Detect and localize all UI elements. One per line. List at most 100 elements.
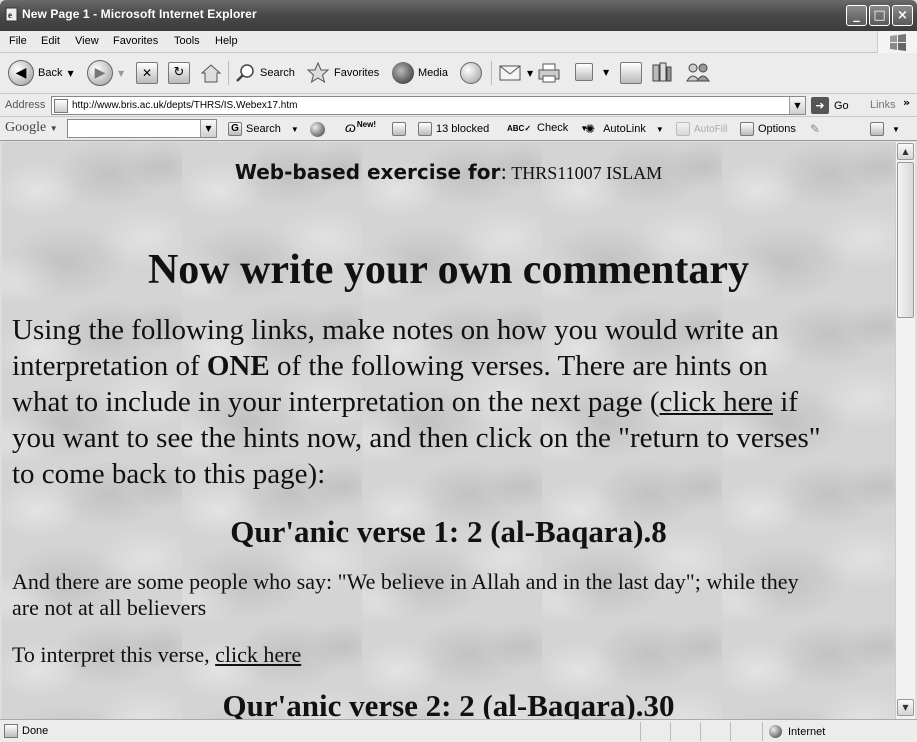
menu-bar: File Edit View Favorites Tools Help [0, 31, 917, 53]
security-zone[interactable]: Internet [762, 722, 825, 741]
popup-blocked-icon [418, 122, 432, 136]
home-button[interactable] [199, 61, 223, 85]
minimize-button[interactable]: _ [846, 5, 867, 26]
address-label: Address [5, 99, 46, 111]
options-button[interactable]: Options [740, 122, 796, 136]
google-input-dropdown-icon[interactable]: ▼ [200, 120, 216, 137]
page-content: Web-based exercise for: THRS11007 ISLAM … [2, 142, 895, 719]
edit-button[interactable]: ▼ [575, 63, 609, 81]
extra-tools-icon [870, 122, 884, 136]
refresh-button[interactable]: ↻ [168, 62, 190, 84]
toolbar-separator [228, 61, 229, 85]
menu-favorites[interactable]: Favorites [113, 35, 158, 47]
google-search-input[interactable]: ▼ [67, 119, 217, 138]
google-g-icon: G [228, 122, 242, 136]
window-title: New Page 1 - Microsoft Internet Explorer [22, 7, 257, 21]
title-bar[interactable]: e New Page 1 - Microsoft Internet Explor… [0, 0, 917, 31]
scroll-down-button[interactable]: ▼ [897, 699, 914, 716]
messenger-button[interactable] [685, 61, 711, 85]
toolbar-separator [491, 61, 492, 85]
vertical-scrollbar[interactable]: ▲ ▼ [895, 142, 915, 719]
verse-1-interpret: To interpret this verse, click here [12, 642, 302, 667]
back-dropdown-icon[interactable]: ▼ [67, 69, 73, 78]
forward-button[interactable]: ▶ ▼ [87, 60, 124, 86]
print-icon [538, 63, 560, 83]
refresh-icon: ↻ [168, 62, 190, 84]
popup-blocker-button[interactable]: 13 blocked [418, 122, 489, 136]
close-button[interactable]: × [892, 5, 913, 26]
exercise-header: Web-based exercise for: THRS11007 ISLAM [234, 160, 663, 184]
intro-line-2: interpretation of ONE of the following v… [12, 350, 768, 382]
history-icon [460, 62, 482, 84]
status-bar: Done Internet [0, 719, 917, 742]
verse-1-text-line-2: are not at all believers [12, 595, 207, 620]
edit-page-icon [575, 63, 593, 81]
pencil-icon: ✎ [810, 122, 821, 136]
new-swirl-icon: ɷ [345, 119, 356, 135]
autolink-wand-icon: ✺ [585, 122, 596, 136]
address-dropdown-icon[interactable]: ▼ [789, 97, 805, 114]
go-arrow-icon: ➜ [811, 97, 829, 114]
menu-view[interactable]: View [75, 35, 99, 47]
extra-dropdown-icon[interactable]: ▼ [892, 125, 900, 134]
autolink-dropdown-icon[interactable]: ▼ [656, 125, 664, 134]
media-icon [392, 62, 414, 84]
discuss-icon [620, 62, 642, 84]
intro-line-5: to come back to this page): [12, 458, 326, 490]
mail-dropdown-icon[interactable]: ▼ [527, 69, 533, 78]
abc-check-icon: ABC✓ [507, 123, 532, 133]
links-chevron-icon[interactable]: » [903, 96, 910, 109]
edit-dropdown-icon[interactable]: ▼ [603, 68, 609, 77]
menu-file[interactable]: File [9, 35, 27, 47]
discuss-button[interactable] [620, 62, 642, 84]
menu-tools[interactable]: Tools [174, 35, 200, 47]
new-feature-button[interactable]: ɷ New! [345, 119, 376, 135]
messenger-icon [686, 63, 710, 82]
google-pagerank-button[interactable] [310, 122, 325, 137]
research-button[interactable] [650, 61, 674, 85]
page-done-icon [4, 724, 18, 738]
google-search-button[interactable]: G Search ▼ [228, 122, 299, 136]
mail-icon [499, 65, 521, 81]
autofill-button[interactable]: AutoFill [676, 122, 727, 136]
status-cell [700, 722, 730, 741]
google-logo[interactable]: Google ▼ [5, 120, 58, 136]
research-icon [652, 62, 672, 82]
favorites-button[interactable]: Favorites [306, 61, 379, 85]
intro-line-4: you want to see the hints now, and then … [12, 422, 821, 454]
google-search-dropdown-icon[interactable]: ▼ [291, 125, 299, 134]
history-button[interactable] [460, 62, 482, 84]
status-text: Done [22, 725, 49, 737]
hints-link[interactable]: click here [659, 386, 773, 418]
verse-2-heading: Qur'anic verse 2: 2 (al-Baqara).30 [222, 688, 675, 719]
forward-dropdown-icon[interactable]: ▼ [118, 69, 124, 78]
status-cell [640, 722, 670, 741]
search-button[interactable]: Search [234, 62, 295, 84]
intro-line-3: what to include in your interpretation o… [12, 386, 798, 418]
status-cell [670, 722, 700, 741]
highlight-button[interactable]: ✎ [810, 122, 820, 136]
stop-button[interactable]: ✕ [136, 62, 158, 84]
mail-button[interactable]: ▼ [498, 63, 533, 83]
menu-edit[interactable]: Edit [41, 35, 60, 47]
news-button[interactable] [392, 122, 410, 136]
google-extra-button[interactable]: ▼ [870, 122, 900, 136]
ie-page-icon: e [5, 7, 18, 22]
address-input[interactable]: http://www.bris.ac.uk/depts/THRS/IS.Webe… [51, 96, 806, 115]
menu-help[interactable]: Help [215, 35, 238, 47]
back-button[interactable]: ◀ Back ▼ [8, 60, 74, 86]
search-icon [236, 64, 254, 82]
maximize-button[interactable]: □ [869, 5, 890, 26]
links-button[interactable]: Links [870, 99, 896, 111]
forward-arrow-icon: ▶ [87, 60, 113, 86]
verse-1-link[interactable]: click here [215, 642, 301, 667]
address-url[interactable]: http://www.bris.ac.uk/depts/THRS/IS.Webe… [72, 100, 297, 111]
autolink-button[interactable]: ✺ AutoLink ▼ [585, 122, 664, 136]
scroll-thumb[interactable] [897, 162, 914, 318]
scroll-up-button[interactable]: ▲ [897, 143, 914, 160]
go-button[interactable]: ➜ Go [811, 97, 849, 114]
media-button[interactable]: Media [392, 62, 448, 84]
spell-check-button[interactable]: ABC✓ Check ▼ [507, 122, 588, 134]
print-button[interactable] [537, 62, 561, 84]
page-icon [54, 99, 68, 113]
